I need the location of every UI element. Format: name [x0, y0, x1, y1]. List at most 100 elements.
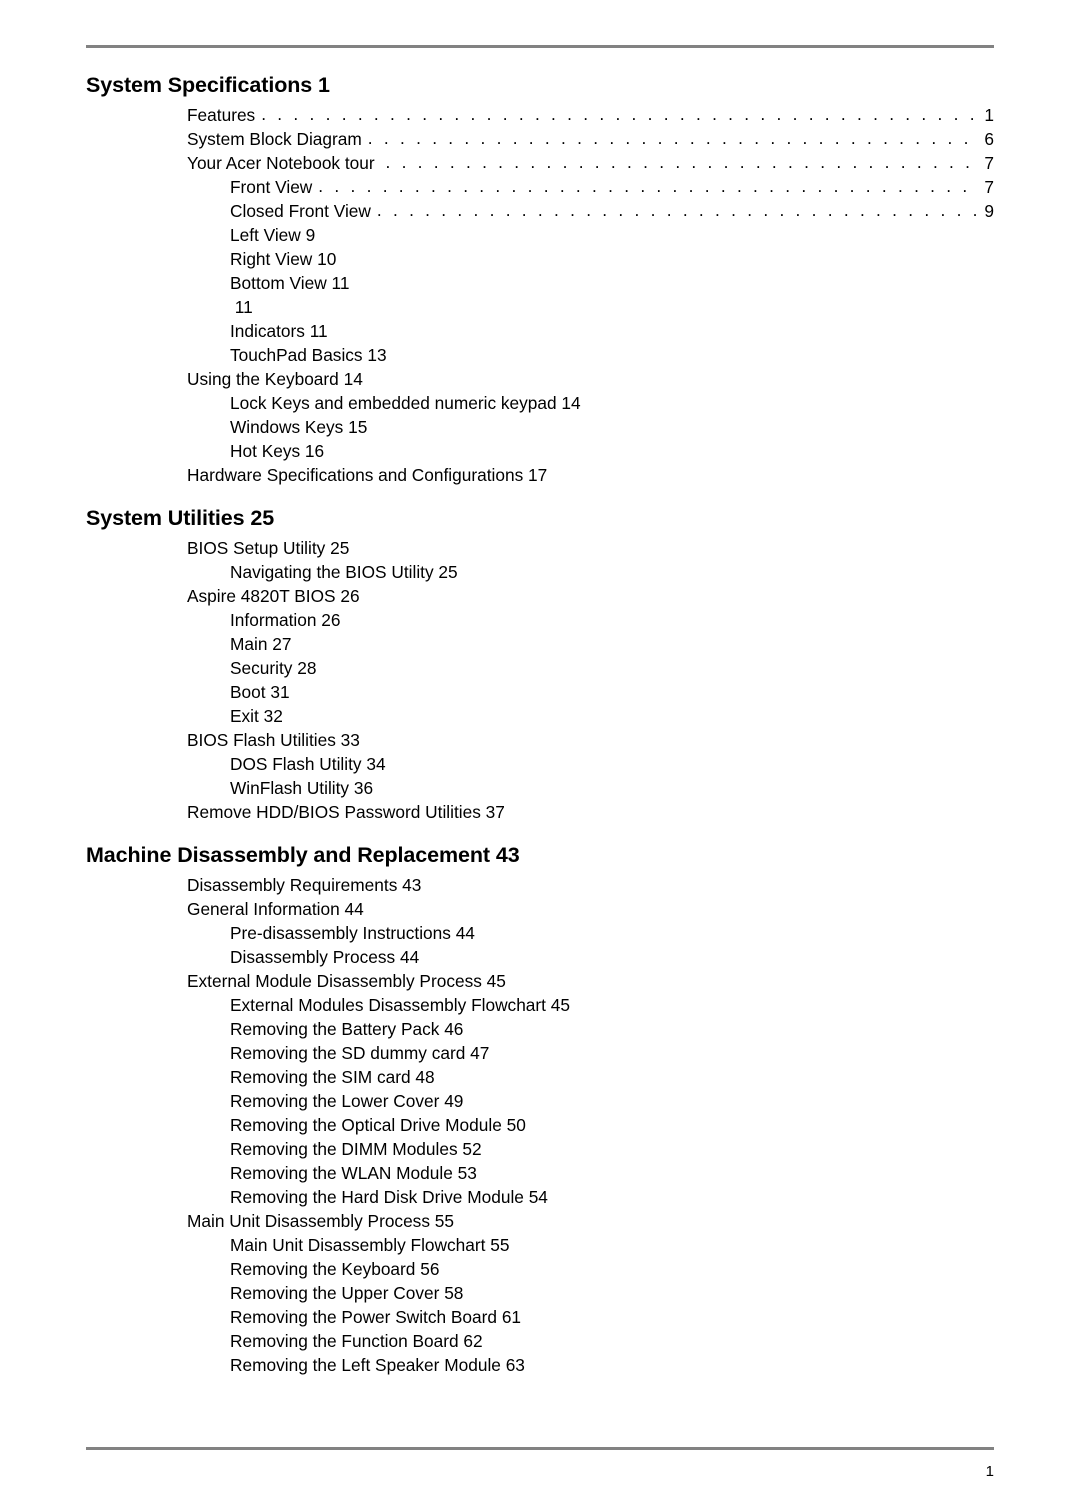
toc-entry[interactable]: Right View 10. . . . . . . . . . . . . .… — [86, 247, 994, 271]
toc-content: System Specifications 1 Features. . . . .… — [86, 72, 994, 1377]
toc-entry-title: Main 27 — [230, 634, 292, 654]
toc-entry-title: Remove HDD/BIOS Password Utilities 37 — [187, 802, 505, 822]
toc-entry-title: Removing the DIMM Modules 52 — [230, 1139, 482, 1159]
toc-entry[interactable]: Main Unit Disassembly Flowchart 55. . . … — [86, 1233, 994, 1257]
toc-entry-title: Removing the Power Switch Board 61 — [230, 1307, 522, 1327]
toc-sections: System Specifications 1 Features. . . . .… — [86, 72, 994, 1377]
toc-entry[interactable]: Disassembly Requirements 43. . . . . . .… — [86, 873, 994, 897]
section-entries: Disassembly Requirements 43. . . . . . .… — [86, 873, 994, 1377]
toc-entry-title: Removing the WLAN Module 53 — [230, 1163, 477, 1183]
toc-entry-title: Aspire 4820T BIOS 26 — [187, 586, 360, 606]
toc-entry[interactable]: TouchPad Basics 13. . . . . . . . . . . … — [86, 343, 994, 367]
toc-entry-title: Hardware Specifications and Configuratio… — [187, 465, 548, 485]
toc-entry[interactable]: Your Acer Notebook tour . . . . . . . . … — [86, 151, 994, 175]
toc-entry[interactable]: BIOS Setup Utility 25. . . . . . . . . .… — [86, 536, 994, 560]
toc-entry[interactable]: Removing the Upper Cover 58. . . . . . .… — [86, 1281, 994, 1305]
dot-leader: . . . . . . . . . . . . . . . . . . . . … — [385, 152, 979, 172]
toc-entry[interactable]: Bottom View 11. . . . . . . . . . . . . … — [86, 271, 994, 295]
toc-entry[interactable]: Removing the Keyboard 56. . . . . . . . … — [86, 1257, 994, 1281]
toc-entry-title: External Module Disassembly Process 45 — [187, 971, 506, 991]
toc-entry-title: Main Unit Disassembly Process 55 — [187, 1211, 454, 1231]
toc-entry-title: Hot Keys 16 — [230, 441, 325, 461]
toc-entry-title: Boot 31 — [230, 682, 290, 702]
toc-entry-title: Removing the Battery Pack 46 — [230, 1019, 464, 1039]
toc-entry[interactable]: Using the Keyboard 14. . . . . . . . . .… — [86, 367, 994, 391]
toc-entry[interactable]: 11. . . . . . . . . . . . . . . . . . . … — [86, 295, 994, 319]
toc-entry-title: Navigating the BIOS Utility 25 — [230, 562, 458, 582]
toc-page: System Specifications 1 Features. . . . .… — [0, 0, 1080, 1512]
toc-entry-title: Removing the Upper Cover 58 — [230, 1283, 464, 1303]
toc-entry[interactable]: Removing the Battery Pack 46. . . . . . … — [86, 1017, 994, 1041]
toc-entry[interactable]: Features. . . . . . . . . . . . . . . . … — [86, 103, 994, 127]
toc-entry[interactable]: Closed Front View. . . . . . . . . . . .… — [86, 199, 994, 223]
toc-entry[interactable]: External Module Disassembly Process 45. … — [86, 969, 994, 993]
toc-entry-title: Disassembly Requirements 43 — [187, 875, 422, 895]
toc-entry-title: Removing the Hard Disk Drive Module 54 — [230, 1187, 548, 1207]
toc-entry-title: Your Acer Notebook tour — [187, 153, 380, 173]
dot-leader: . . . . . . . . . . . . . . . . . . . . … — [367, 128, 979, 148]
toc-entry[interactable]: Indicators 11. . . . . . . . . . . . . .… — [86, 319, 994, 343]
toc-entry-title: BIOS Setup Utility 25 — [187, 538, 350, 558]
toc-entry[interactable]: Lock Keys and embedded numeric keypad 14… — [86, 391, 994, 415]
toc-entry[interactable]: Hot Keys 16. . . . . . . . . . . . . . .… — [86, 439, 994, 463]
page-number: 1 — [985, 1463, 994, 1480]
toc-entry[interactable]: Hardware Specifications and Configuratio… — [86, 463, 994, 487]
toc-entry[interactable]: Front View. . . . . . . . . . . . . . . … — [86, 175, 994, 199]
toc-entry-page-number: 1 — [984, 105, 994, 125]
toc-entry[interactable]: Removing the Power Switch Board 61. . . … — [86, 1305, 994, 1329]
toc-entry[interactable]: Removing the Function Board 62. . . . . … — [86, 1329, 994, 1353]
toc-entry-title: Pre-disassembly Instructions 44 — [230, 923, 475, 943]
toc-entry[interactable]: Main Unit Disassembly Process 55. . . . … — [86, 1209, 994, 1233]
toc-entry[interactable]: Windows Keys 15. . . . . . . . . . . . .… — [86, 415, 994, 439]
toc-entry-title: Indicators 11 — [230, 321, 328, 341]
toc-entry[interactable]: BIOS Flash Utilities 33. . . . . . . . .… — [86, 728, 994, 752]
toc-entry-title: Removing the SIM card 48 — [230, 1067, 435, 1087]
toc-entry-title: WinFlash Utility 36 — [230, 778, 374, 798]
toc-entry[interactable]: Aspire 4820T BIOS 26. . . . . . . . . . … — [86, 584, 994, 608]
toc-entry-title: Bottom View 11 — [230, 273, 350, 293]
toc-entry[interactable]: Removing the SIM card 48. . . . . . . . … — [86, 1065, 994, 1089]
toc-entry[interactable]: Removing the Lower Cover 49. . . . . . .… — [86, 1089, 994, 1113]
toc-entry-title: BIOS Flash Utilities 33 — [187, 730, 360, 750]
toc-entry[interactable]: Boot 31. . . . . . . . . . . . . . . . .… — [86, 680, 994, 704]
toc-entry-title: Windows Keys 15 — [230, 417, 368, 437]
toc-entry[interactable]: Removing the SD dummy card 47. . . . . .… — [86, 1041, 994, 1065]
header-rule — [86, 45, 994, 48]
toc-entry-title: Closed Front View — [230, 201, 371, 221]
toc-entry-title: Disassembly Process 44 — [230, 947, 420, 967]
toc-entry[interactable]: Removing the Hard Disk Drive Module 54. … — [86, 1185, 994, 1209]
toc-entry[interactable]: DOS Flash Utility 34. . . . . . . . . . … — [86, 752, 994, 776]
toc-entry-title: External Modules Disassembly Flowchart 4… — [230, 995, 570, 1015]
toc-entry-title: Removing the Keyboard 56 — [230, 1259, 440, 1279]
toc-entry[interactable]: Removing the Optical Drive Module 50. . … — [86, 1113, 994, 1137]
section-entries: BIOS Setup Utility 25. . . . . . . . . .… — [86, 536, 994, 824]
toc-entry[interactable]: Pre-disassembly Instructions 44. . . . .… — [86, 921, 994, 945]
toc-entry[interactable]: Remove HDD/BIOS Password Utilities 37. .… — [86, 800, 994, 824]
toc-entry[interactable]: Navigating the BIOS Utility 25. . . . . … — [86, 560, 994, 584]
toc-entry[interactable]: General Information 44. . . . . . . . . … — [86, 897, 994, 921]
section-heading: Machine Disassembly and Replacement 43 — [86, 843, 520, 867]
toc-entry-title: Right View 10 — [230, 249, 337, 269]
toc-entry[interactable]: Information 26. . . . . . . . . . . . . … — [86, 608, 994, 632]
toc-entry-title: Main Unit Disassembly Flowchart 55 — [230, 1235, 510, 1255]
dot-leader: . . . . . . . . . . . . . . . . . . . . … — [261, 104, 979, 124]
toc-entry-title: Exit 32 — [230, 706, 283, 726]
toc-entry[interactable]: Disassembly Process 44. . . . . . . . . … — [86, 945, 994, 969]
toc-entry[interactable]: System Block Diagram. . . . . . . . . . … — [86, 127, 994, 151]
section-heading: System Utilities 25 — [86, 506, 275, 530]
footer-rule — [86, 1447, 994, 1450]
toc-entry-title: Removing the Left Speaker Module 63 — [230, 1355, 525, 1375]
toc-entry[interactable]: Main 27. . . . . . . . . . . . . . . . .… — [86, 632, 994, 656]
toc-entry-title: Lock Keys and embedded numeric keypad 14 — [230, 393, 581, 413]
dot-leader: . . . . . . . . . . . . . . . . . . . . … — [376, 200, 979, 220]
toc-entry[interactable]: Security 28. . . . . . . . . . . . . . .… — [86, 656, 994, 680]
toc-entry[interactable]: External Modules Disassembly Flowchart 4… — [86, 993, 994, 1017]
toc-entry-title: System Block Diagram — [187, 129, 362, 149]
toc-entry[interactable]: WinFlash Utility 36. . . . . . . . . . .… — [86, 776, 994, 800]
toc-entry[interactable]: Left View 9. . . . . . . . . . . . . . .… — [86, 223, 994, 247]
toc-entry[interactable]: Removing the Left Speaker Module 63. . .… — [86, 1353, 994, 1377]
toc-entry[interactable]: Removing the WLAN Module 53. . . . . . .… — [86, 1161, 994, 1185]
toc-entry[interactable]: Exit 32. . . . . . . . . . . . . . . . .… — [86, 704, 994, 728]
toc-entry-title: Security 28 — [230, 658, 317, 678]
toc-entry[interactable]: Removing the DIMM Modules 52. . . . . . … — [86, 1137, 994, 1161]
